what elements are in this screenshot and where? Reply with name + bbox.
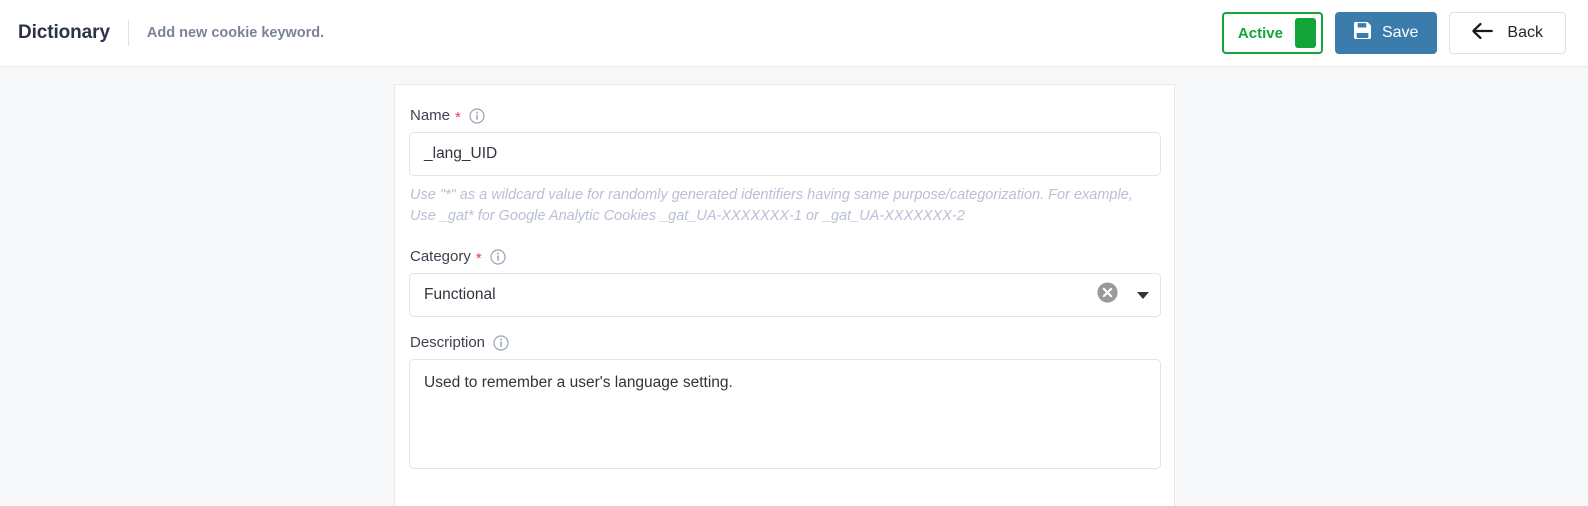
- clear-circle-x-icon[interactable]: [1096, 281, 1119, 309]
- description-textarea[interactable]: Used to remember a user's language setti…: [409, 359, 1161, 469]
- name-field-label-row: Name *: [409, 107, 1160, 126]
- name-field-label: Name: [410, 107, 451, 124]
- save-button[interactable]: Save: [1334, 12, 1438, 54]
- page-title: Dictionary: [18, 22, 110, 43]
- name-required-marker: *: [455, 109, 461, 126]
- category-field-label: Category: [410, 248, 471, 265]
- cookie-keyword-form-card: Name * _lang_UID Use "*" as a wildcard v…: [394, 84, 1175, 506]
- title-divider: [127, 20, 129, 46]
- header-title-group: Dictionary Add new cookie keyword.: [18, 20, 324, 46]
- description-field-label: Description: [410, 334, 486, 351]
- description-field-group: Description Used to remember a user's la…: [409, 334, 1161, 474]
- chevron-down-icon[interactable]: [1137, 291, 1149, 299]
- category-select[interactable]: Functional: [409, 273, 1161, 317]
- name-field-help-text: Use "*" as a wildcard value for randomly…: [410, 187, 1133, 224]
- save-button-label: Save: [1381, 24, 1419, 41]
- back-button-label: Back: [1507, 24, 1543, 41]
- category-selected-value: Functional: [424, 286, 496, 303]
- status-toggle[interactable]: Active: [1221, 12, 1323, 54]
- app-header: Dictionary Add new cookie keyword. Activ…: [0, 0, 1588, 67]
- info-circle-icon[interactable]: [493, 334, 509, 351]
- name-field-group: Name * _lang_UID Use "*" as a wildcard v…: [409, 107, 1161, 227]
- info-circle-icon[interactable]: [490, 248, 506, 265]
- back-button[interactable]: Back: [1449, 12, 1566, 54]
- category-required-marker: *: [475, 250, 482, 267]
- page-subtitle: Add new cookie keyword.: [146, 25, 325, 41]
- info-circle-icon[interactable]: [469, 107, 485, 124]
- category-select-actions: [1096, 273, 1149, 317]
- header-actions: Active Save Back: [1221, 12, 1566, 54]
- description-field-label-row: Description: [409, 334, 1160, 351]
- arrow-left-icon: [1472, 22, 1494, 44]
- status-toggle-knob[interactable]: [1294, 18, 1316, 48]
- category-select-wrap: Functional: [409, 273, 1161, 317]
- floppy-disk-icon: [1353, 22, 1371, 44]
- page-body: Name * _lang_UID Use "*" as a wildcard v…: [0, 67, 1588, 506]
- status-toggle-label: Active: [1237, 24, 1283, 42]
- category-field-group: Category * Functional: [409, 248, 1161, 317]
- category-field-label-row: Category *: [409, 248, 1160, 267]
- name-input[interactable]: _lang_UID: [409, 132, 1161, 176]
